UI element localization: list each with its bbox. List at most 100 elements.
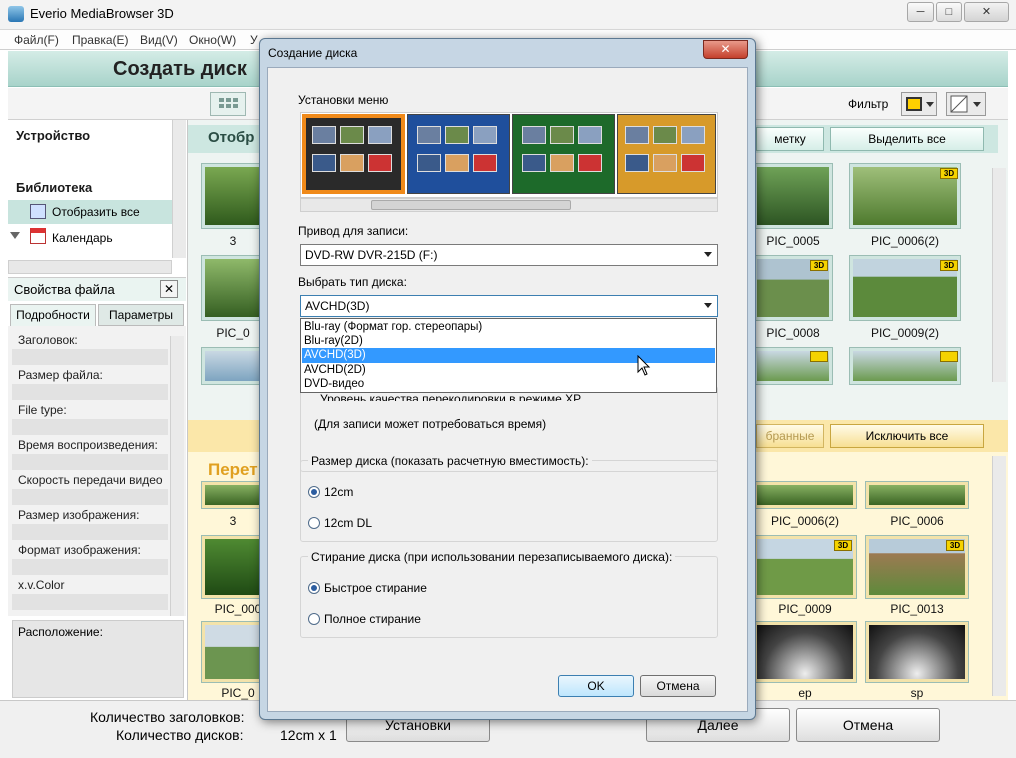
select-all-button[interactable]: Выделить все xyxy=(830,127,984,151)
scroll-thumb[interactable] xyxy=(371,200,571,210)
cancel-button[interactable]: Отмена xyxy=(640,675,716,697)
thumbnail-label: PIC_0 xyxy=(216,326,250,340)
window-titlebar: Everio MediaBrowser 3D ─ □ ✕ xyxy=(0,0,1016,30)
menu-window[interactable]: Окно(W) xyxy=(189,33,236,47)
tab-parameters[interactable]: Параметры xyxy=(98,304,184,326)
thumbnail[interactable] xyxy=(202,348,262,384)
mark-button[interactable]: метку xyxy=(756,127,824,151)
minimize-icon[interactable]: ─ xyxy=(907,2,934,22)
disc-type-dropdown: Blu-ray (Формат гор. стереопары) Blu-ray… xyxy=(300,318,717,393)
dropdown-option[interactable]: AVCHD(2D) xyxy=(302,363,715,378)
thumbnail[interactable] xyxy=(754,622,856,682)
radio-12cm-label[interactable]: 12cm xyxy=(324,485,353,499)
menu-partial[interactable]: У xyxy=(250,33,258,47)
close-icon[interactable]: ✕ xyxy=(964,2,1009,22)
thumbnail-label: PIC_0006(2) xyxy=(770,514,840,528)
filter-label: Фильтр xyxy=(848,97,889,111)
thumbnail[interactable] xyxy=(866,482,968,508)
time-note: (Для записи может потребоваться время) xyxy=(314,417,547,431)
theme-preview-image xyxy=(340,154,364,172)
thumbnail[interactable] xyxy=(754,164,832,228)
exclude-all-button[interactable]: Исключить все xyxy=(830,424,984,448)
location-box: Расположение: xyxy=(12,620,184,698)
cancel-button[interactable]: Отмена xyxy=(796,708,940,742)
close-icon[interactable]: ✕ xyxy=(160,280,178,298)
radio-full-erase-label[interactable]: Полное стирание xyxy=(324,612,421,626)
dropdown-option[interactable]: Blu-ray (Формат гор. стереопары) xyxy=(302,320,715,335)
filter-none-icon[interactable] xyxy=(946,92,986,116)
close-icon[interactable]: ✕ xyxy=(703,40,748,59)
dropdown-option[interactable]: Blu-ray(2D) xyxy=(302,334,715,349)
theme-preview-image xyxy=(312,126,336,144)
theme-preview-image xyxy=(653,154,677,172)
monitor-icon xyxy=(30,204,46,219)
chevron-down-icon xyxy=(704,252,712,257)
tab-details[interactable]: Подробности xyxy=(10,304,96,326)
drive-select[interactable]: DVD-RW DVR-215D (F:) xyxy=(300,244,718,266)
thumbnail[interactable] xyxy=(202,256,262,320)
maximize-icon[interactable]: □ xyxy=(936,2,962,22)
ok-button[interactable]: OK xyxy=(558,675,634,697)
thumbnail-label: 3 xyxy=(229,514,237,528)
dialog-title: Создание диска xyxy=(268,46,358,60)
thumbnail[interactable] xyxy=(202,622,262,682)
props-list: Заголовок: Размер файла: File type: Врем… xyxy=(8,326,186,616)
radio-12cm-dl-label[interactable]: 12cm DL xyxy=(324,516,372,530)
prop-imageformat-label: Формат изображения: xyxy=(18,543,141,557)
3d-badge-icon xyxy=(940,351,958,362)
titles-count-label: Количество заголовков: xyxy=(90,709,245,725)
menu-view[interactable]: Вид(V) xyxy=(140,33,178,47)
radio-12cm[interactable] xyxy=(308,486,320,498)
create-disc-dialog: Создание диска ✕ Установки меню Привод д… xyxy=(259,38,756,720)
favorites-button[interactable]: бранные xyxy=(756,424,824,448)
discs-count-label: Количество дисков: xyxy=(116,727,244,743)
prop-imagesize-label: Размер изображения: xyxy=(18,508,140,522)
menu-edit[interactable]: Правка(E) xyxy=(72,33,129,47)
theme-preview-image xyxy=(522,154,546,172)
scrollbar[interactable] xyxy=(992,168,1006,382)
thumbnail[interactable] xyxy=(202,482,262,508)
dropdown-option-selected[interactable]: AVCHD(3D) xyxy=(302,348,715,363)
theme-preview-image xyxy=(578,126,602,144)
theme-preview-image xyxy=(473,154,497,172)
theme-preview-image xyxy=(445,154,469,172)
thumbnail[interactable] xyxy=(202,536,262,598)
thumbnail-label: ep xyxy=(798,686,812,700)
theme-preview-image xyxy=(368,154,392,172)
calendar-icon xyxy=(30,228,46,244)
disc-type-value: AVCHD(3D) xyxy=(305,299,370,313)
sidebar-item-calendar[interactable]: Календарь xyxy=(52,231,113,245)
expand-icon[interactable] xyxy=(10,232,20,239)
theme-preview-image xyxy=(417,154,441,172)
filter-color-icon[interactable] xyxy=(901,92,937,116)
app-icon xyxy=(8,6,24,22)
disc-type-select[interactable]: AVCHD(3D) xyxy=(300,295,718,317)
thumbnail-label: PIC_0013 xyxy=(890,602,944,616)
radio-full-erase[interactable] xyxy=(308,613,320,625)
scrollbar[interactable] xyxy=(992,456,1006,696)
radio-12cm-dl[interactable] xyxy=(308,517,320,529)
thumbnail-label: PIC_0006(2) xyxy=(870,234,940,248)
menu-file[interactable]: Файл(F) xyxy=(14,33,59,47)
scrollbar[interactable] xyxy=(172,120,186,258)
thumbnail[interactable] xyxy=(754,482,856,508)
discs-count-value: 12cm x 1 xyxy=(280,727,337,743)
sidebar-item-show-all[interactable]: Отобразить все xyxy=(8,200,172,224)
scrollbar[interactable] xyxy=(170,336,184,616)
radio-quick-erase[interactable] xyxy=(308,582,320,594)
thumbnail-label: PIC_0009 xyxy=(778,602,832,616)
dropdown-option[interactable]: DVD-видео xyxy=(302,377,715,392)
radio-quick-erase-label[interactable]: Быстрое стирание xyxy=(324,581,427,595)
scrollbar[interactable] xyxy=(8,260,172,274)
theme-scrollbar[interactable] xyxy=(300,198,718,212)
prop-title-label: Заголовок: xyxy=(18,333,78,347)
3d-badge-icon xyxy=(810,351,828,362)
theme-preview-image xyxy=(681,126,705,144)
theme-preview-image xyxy=(312,154,336,172)
drive-value: DVD-RW DVR-215D (F:) xyxy=(305,248,438,262)
thumbnail[interactable] xyxy=(866,622,968,682)
thumbnail[interactable] xyxy=(202,164,262,228)
left-panel: Устройство Библиотека Отобразить все Кал… xyxy=(8,120,188,700)
prop-xvcolor-label: x.v.Color xyxy=(18,578,65,592)
grid-view-icon[interactable] xyxy=(210,92,246,116)
